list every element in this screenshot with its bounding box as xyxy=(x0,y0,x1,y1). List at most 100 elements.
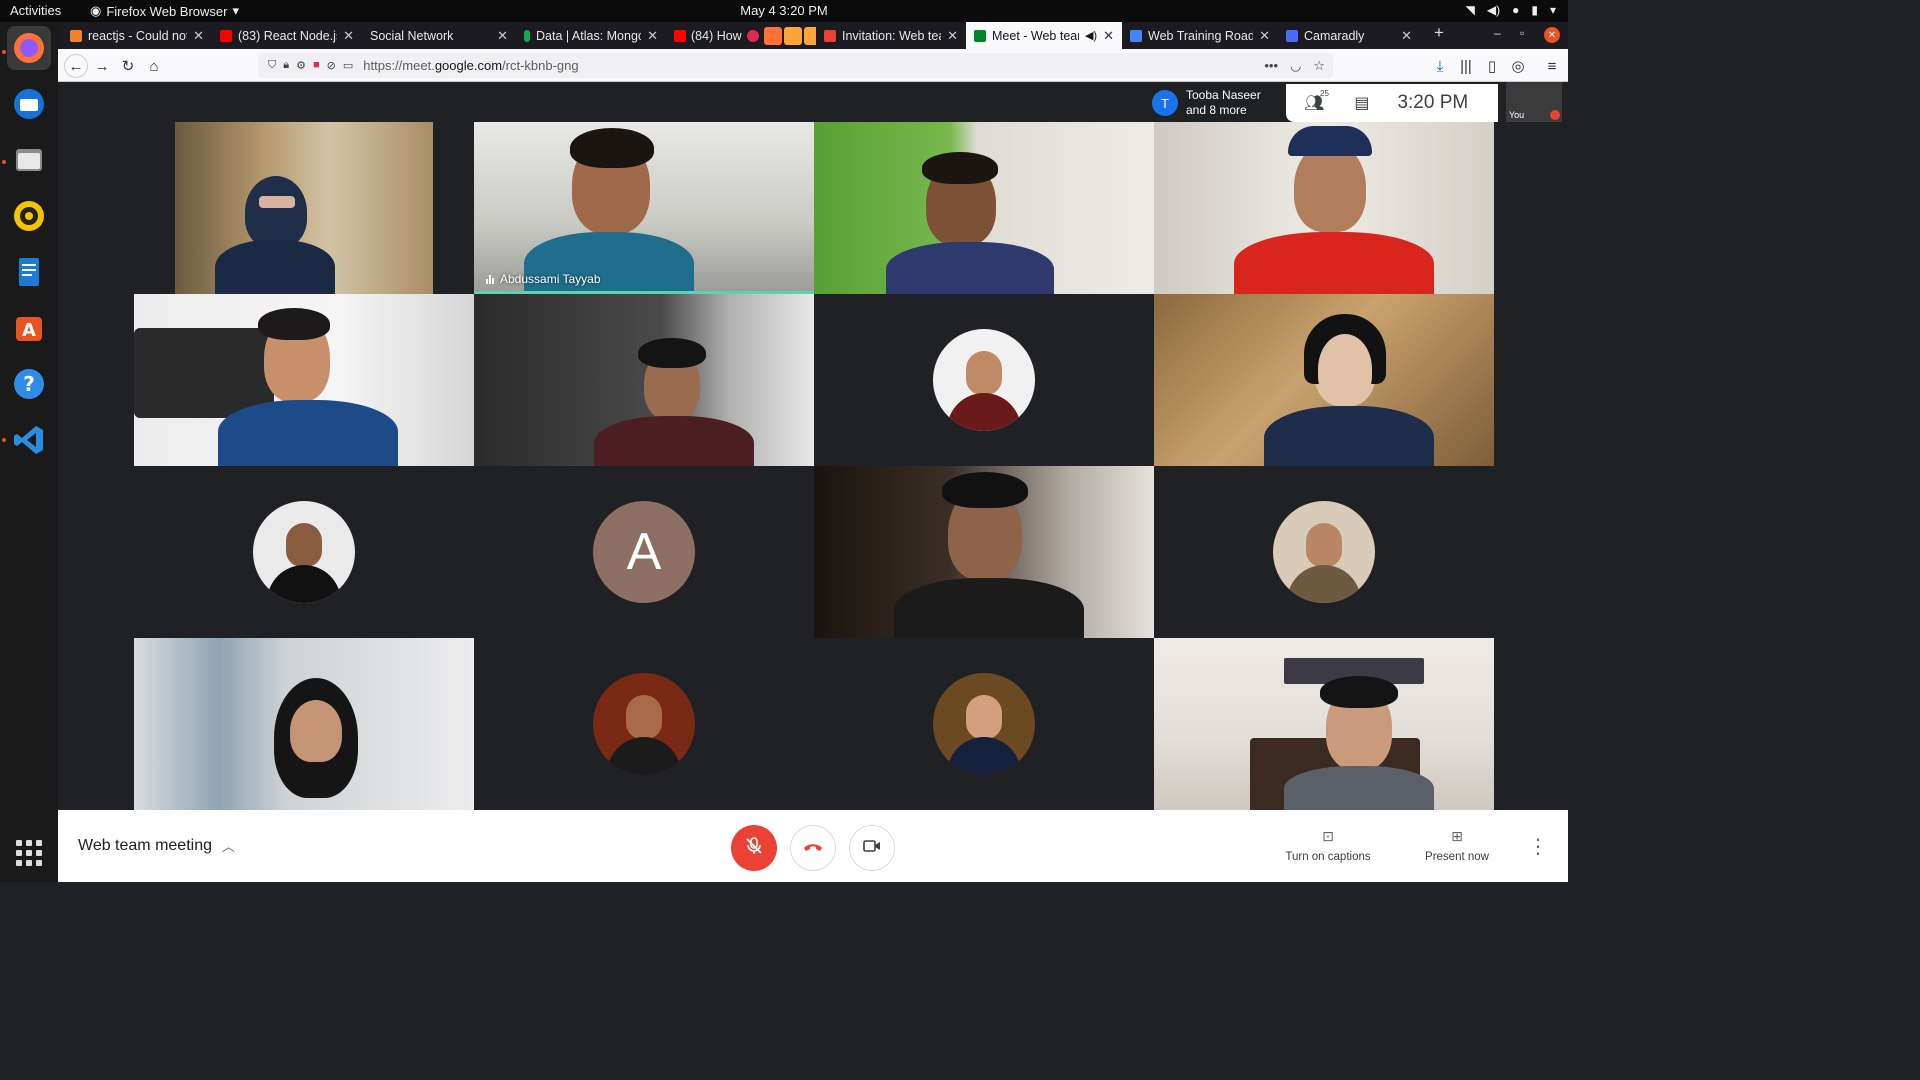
restore-icon[interactable]: ▫ xyxy=(1520,26,1524,40)
participant-tile[interactable] xyxy=(1154,466,1494,638)
library-icon[interactable]: ||| xyxy=(1454,54,1478,78)
video-feed xyxy=(814,122,1154,294)
close-icon[interactable]: ✕ xyxy=(497,28,508,44)
close-icon[interactable]: ✕ xyxy=(1401,28,1412,44)
pocket-icon[interactable]: ◡ xyxy=(1290,58,1301,74)
home-icon[interactable]: ⌂ xyxy=(142,54,166,78)
participant-tile[interactable] xyxy=(1154,122,1494,294)
chat-icon[interactable]: ▤ xyxy=(1354,93,1369,113)
os-top-bar: Activities ◉ Firefox Web Browser ▾ May 4… xyxy=(0,0,1568,22)
microphone-icon: ● xyxy=(1512,3,1520,17)
tab-invitation[interactable]: Invitation: Web tea ✕ xyxy=(816,22,966,49)
participants-icon[interactable]: 👥︎ 25 xyxy=(1304,89,1329,113)
forward-icon[interactable]: → xyxy=(90,54,114,78)
reload-icon[interactable]: ↻ xyxy=(116,54,140,78)
close-icon[interactable]: ✕ xyxy=(193,28,204,44)
captions-button[interactable]: ⊡ Turn on captions xyxy=(1273,828,1383,863)
participant-tile[interactable] xyxy=(814,638,1154,810)
back-icon[interactable]: ← xyxy=(64,54,88,78)
tab-social-network[interactable]: Social Network ✕ xyxy=(362,22,516,49)
show-applications-icon[interactable] xyxy=(16,840,42,866)
firefox-sharing-icon xyxy=(763,26,782,45)
participant-tile[interactable]: Abdussami Tayyab xyxy=(474,122,814,294)
mic-toggle-button[interactable] xyxy=(731,825,777,871)
video-feed xyxy=(474,122,814,294)
more-options-icon[interactable]: ⋮ xyxy=(1528,834,1548,859)
present-label: Present now xyxy=(1425,851,1489,863)
meet-call-area: T Tooba Naseer and 8 more 👥︎ 25 ▤ 3:20 PM… xyxy=(58,82,1568,810)
downloads-icon[interactable]: ⤓ xyxy=(1428,54,1452,78)
meeting-details-toggle[interactable]: Web team meeting ︿ xyxy=(78,836,235,855)
participant-tile[interactable] xyxy=(1154,638,1494,810)
os-clock[interactable]: May 4 3:20 PM xyxy=(0,3,1568,18)
site-security-indicators[interactable]: ⛉ 🔒︎ ⚙ ■ ⊘ ▭ xyxy=(268,59,353,72)
participant-tile[interactable] xyxy=(814,122,1154,294)
mongodb-icon xyxy=(524,29,530,42)
page-actions-icon[interactable]: ••• xyxy=(1264,58,1278,74)
tab-web-training[interactable]: Web Training Road ✕ xyxy=(1122,22,1278,49)
rhythmbox-icon[interactable] xyxy=(7,194,51,238)
participant-tile[interactable] xyxy=(1154,294,1494,466)
mic-off-icon xyxy=(744,836,764,861)
participant-avatar xyxy=(1273,501,1375,603)
battery-icon: ▮ xyxy=(1531,3,1538,17)
captions-label: Turn on captions xyxy=(1285,851,1371,863)
participant-tile[interactable] xyxy=(474,638,814,810)
sidebar-icon[interactable]: ▯ xyxy=(1480,54,1504,78)
close-icon[interactable]: ✕ xyxy=(343,28,354,44)
close-icon[interactable]: ✕ xyxy=(1259,28,1270,44)
system-menu-chevron-icon: ▾ xyxy=(1549,3,1556,17)
camera-icon: ■ xyxy=(312,59,320,71)
tab-camaradly[interactable]: Camaradly ✕ xyxy=(1278,22,1420,49)
address-bar[interactable]: ⛉ 🔒︎ ⚙ ■ ⊘ ▭ https://meet.google.com/rct… xyxy=(258,53,1333,78)
camera-sharing-icon xyxy=(783,26,802,45)
software-icon[interactable]: A xyxy=(7,306,51,350)
speaker-icon[interactable]: ◀) xyxy=(1085,29,1097,42)
close-icon[interactable]: ✕ xyxy=(647,28,658,44)
presenter-others: and 8 more xyxy=(1186,103,1247,117)
volume-icon: ◀) xyxy=(1486,3,1501,17)
libreoffice-writer-icon[interactable] xyxy=(7,250,51,294)
account-icon[interactable]: ◎ xyxy=(1506,54,1530,78)
camera-toggle-button[interactable] xyxy=(849,825,895,871)
leave-call-button[interactable] xyxy=(790,825,836,871)
thunderbird-icon[interactable] xyxy=(7,82,51,126)
menu-icon[interactable]: ≡ xyxy=(1540,54,1564,78)
bookmark-star-icon[interactable]: ☆ xyxy=(1313,58,1325,74)
participant-avatar xyxy=(593,673,695,775)
participant-tile[interactable] xyxy=(474,294,814,466)
firefox-icon[interactable] xyxy=(7,26,51,70)
tab-react-node[interactable]: (83) React Node.js ✕ xyxy=(212,22,362,49)
files-icon[interactable] xyxy=(7,138,51,182)
tab-title: Web Training Road xyxy=(1148,28,1254,43)
tab-youtube-how[interactable]: (84) How xyxy=(666,22,816,49)
present-now-button[interactable]: ⊞ Present now xyxy=(1402,828,1512,863)
video-feed xyxy=(474,294,814,466)
participant-tile[interactable] xyxy=(814,466,1154,638)
tab-title: (84) How xyxy=(691,28,742,43)
video-camera-icon xyxy=(862,838,882,859)
participant-tile[interactable] xyxy=(134,294,474,466)
sharing-indicator[interactable] xyxy=(763,26,816,45)
participant-tile[interactable]: A xyxy=(474,466,814,638)
close-icon[interactable]: ✕ xyxy=(1103,28,1114,44)
tab-reactjs[interactable]: reactjs - Could not ✕ xyxy=(62,22,212,49)
close-icon[interactable]: ✕ xyxy=(947,28,958,44)
tab-atlas[interactable]: Data | Atlas: Mongo ✕ xyxy=(516,22,666,49)
presenter-avatar: T xyxy=(1152,90,1178,116)
participant-tile[interactable] xyxy=(814,294,1154,466)
close-window-icon[interactable]: ✕ xyxy=(1544,27,1560,43)
participant-tile[interactable] xyxy=(134,122,474,294)
self-view[interactable]: You xyxy=(1506,82,1562,122)
tab-meet[interactable]: Meet - Web tean ◀) ✕ xyxy=(966,22,1122,49)
svg-text:?: ? xyxy=(23,372,35,396)
tab-title: Invitation: Web tea xyxy=(842,28,942,43)
participant-tile[interactable] xyxy=(134,638,474,810)
new-tab-button[interactable]: + xyxy=(1434,23,1444,43)
participant-tile[interactable] xyxy=(134,466,474,638)
vscode-icon[interactable] xyxy=(7,418,51,462)
presenter-info[interactable]: T Tooba Naseer and 8 more xyxy=(1148,84,1288,122)
help-icon[interactable]: ? xyxy=(7,362,51,406)
minimize-icon[interactable]: – xyxy=(1494,26,1501,40)
system-tray[interactable]: ◥ ◀) ● ▮ ▾ xyxy=(1466,3,1556,17)
